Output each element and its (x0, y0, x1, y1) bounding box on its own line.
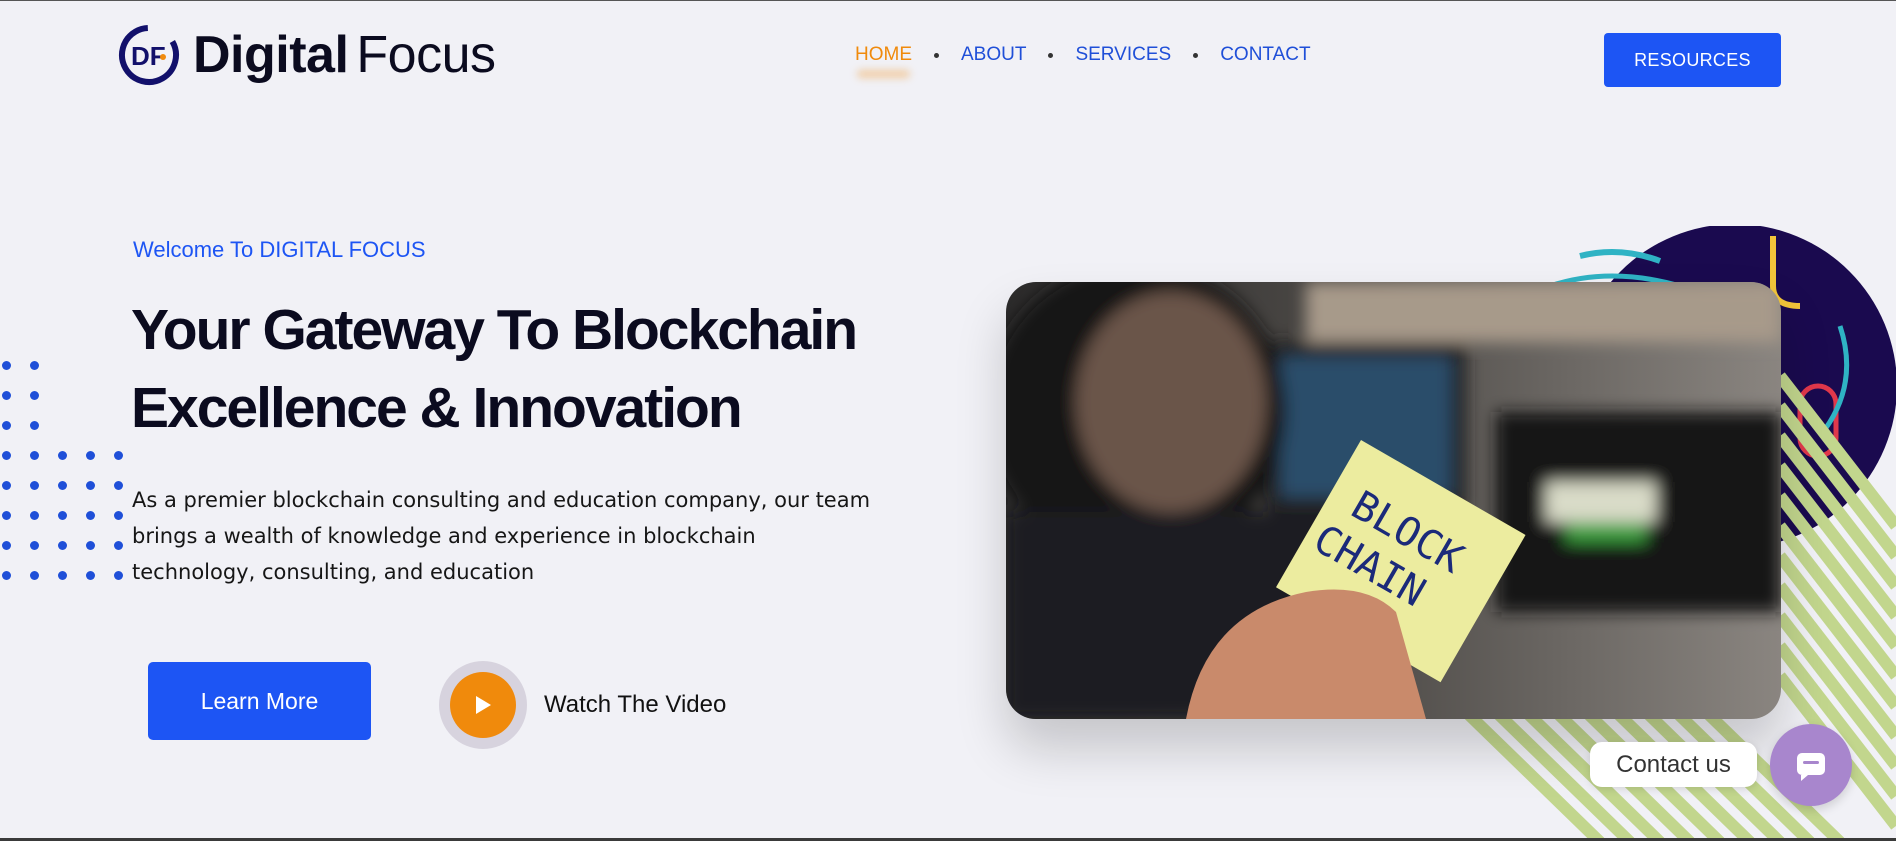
chat-button[interactable] (1770, 724, 1852, 806)
nav-separator (934, 52, 939, 58)
welcome-subtitle: Welcome To DIGITAL FOCUS (133, 237, 426, 262)
learn-more-button[interactable]: Learn More (148, 662, 371, 740)
nav-services[interactable]: SERVICES (1075, 44, 1171, 66)
headline-line-1: Your Gateway To Blockchain (131, 298, 858, 362)
play-button[interactable] (439, 661, 527, 749)
watch-video-label: Watch The Video (544, 691, 727, 718)
watch-video[interactable]: Watch The Video (439, 661, 726, 749)
main-nav: HOME ABOUT SERVICES CONTACT (855, 44, 1311, 66)
nav-home[interactable]: HOME (855, 44, 912, 66)
nav-about[interactable]: ABOUT (961, 44, 1026, 66)
hero-image: BLOCK CHAIN (1006, 282, 1781, 719)
headline-line-2: Excellence & Innovation (131, 376, 743, 440)
resources-button[interactable]: RESOURCES (1604, 33, 1781, 87)
play-icon (450, 672, 516, 738)
hero-headline: Your Gateway To Blockchain Excellence & … (131, 291, 931, 447)
brand-name: Digital Focus (193, 29, 496, 81)
hero-description: As a premier blockchain consulting and e… (132, 488, 871, 584)
nav-separator (1048, 52, 1054, 58)
logo-mark-icon: DF (119, 25, 179, 85)
nav-contact[interactable]: CONTACT (1220, 44, 1310, 66)
contact-us-label[interactable]: Contact us (1590, 742, 1757, 787)
nav-separator (1193, 52, 1199, 58)
chat-icon (1797, 753, 1825, 781)
brand-name-bold: Digital (193, 26, 349, 84)
site-logo[interactable]: DF Digital Focus (117, 23, 496, 87)
brand-name-light: Focus (356, 26, 496, 84)
